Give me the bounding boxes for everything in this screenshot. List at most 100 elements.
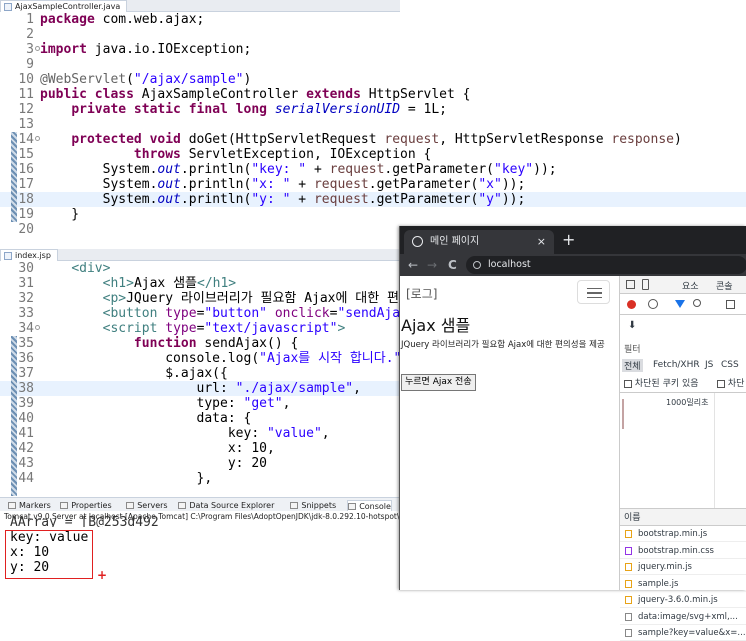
page-heading: Ajax 샘플: [401, 316, 471, 335]
console-tab-label: Console: [359, 502, 391, 511]
view-icon: [8, 502, 16, 509]
hamburger-button[interactable]: [577, 280, 610, 304]
page-paragraph: JQuery 라이브러리가 필요함 Ajax에 대한 편의성을 제공: [401, 340, 605, 350]
devtools-tab[interactable]: 요소: [682, 279, 699, 292]
console-tab[interactable]: Markers: [8, 500, 51, 511]
code-text: <script type="text/javascript">: [102, 321, 346, 336]
browser-tab[interactable]: 메인 페이지 ×: [404, 230, 554, 254]
editor-tab-controller[interactable]: AjaxSampleController.java: [0, 0, 128, 12]
type-filter-all[interactable]: 전체: [622, 359, 643, 372]
request-row[interactable]: bootstrap.min.js: [620, 526, 746, 542]
new-tab-button[interactable]: +: [562, 230, 575, 250]
view-icon: [178, 502, 187, 509]
filter-icon[interactable]: [675, 300, 685, 308]
console-tab[interactable]: Servers: [126, 500, 168, 511]
line-number: 33: [18, 306, 34, 321]
code-line[interactable]: 11 public class AjaxSampleController exte…: [0, 87, 746, 102]
editor-tab-index[interactable]: index.jsp: [0, 249, 58, 261]
site-info-icon[interactable]: [473, 261, 481, 269]
line-number: 31: [18, 276, 34, 291]
line-number: 13: [18, 117, 34, 132]
clear-icon[interactable]: [648, 299, 658, 309]
console-tab[interactable]: Snippets: [290, 500, 336, 511]
code-text: data: {: [40, 411, 252, 426]
type-filter-css[interactable]: CSS: [721, 360, 739, 370]
code-line[interactable]: 10 @WebServlet("/ajax/sample"): [0, 72, 746, 87]
code-text: $.ajax({: [40, 366, 228, 381]
code-line[interactable]: 2: [0, 27, 746, 42]
browser-window: 메인 페이지 × + ← → C localhost [로그] Ajax 샘플 …: [399, 226, 746, 641]
change-marker: [11, 132, 17, 222]
type-filter-js[interactable]: JS: [705, 360, 713, 370]
back-button[interactable]: ←: [408, 257, 418, 273]
file-icon: [625, 563, 632, 571]
forward-button[interactable]: →: [427, 257, 437, 273]
code-text: y: 20: [40, 456, 267, 471]
console-tab-label: Servers: [137, 501, 168, 510]
request-row[interactable]: data:image/svg+xml,...: [620, 609, 746, 625]
code-line[interactable]: 19 }: [0, 207, 746, 222]
request-row[interactable]: jquery-3.6.0.min.js: [620, 592, 746, 608]
console-tab-label: Markers: [19, 501, 51, 510]
line-number: 19: [18, 207, 34, 222]
name-column-header: 이름: [620, 508, 746, 526]
devtools-panel: 요소 콘솔 ⬇ 필터 전체 Fetch/XHR JS CSS 차단된 쿠키 있음…: [619, 276, 746, 641]
line-number: 10: [18, 72, 34, 87]
view-icon: [348, 503, 357, 510]
console-tab-label: Properties: [71, 501, 112, 510]
code-text: System.out.println("key: " + request.get…: [40, 162, 557, 177]
line-number: 37: [18, 366, 34, 381]
devtools-tab[interactable]: 콘솔: [716, 279, 733, 292]
device-icon[interactable]: [642, 279, 649, 290]
code-line[interactable]: 9: [0, 57, 746, 72]
code-line[interactable]: 18 System.out.println("y: " + request.ge…: [0, 192, 746, 207]
code-line[interactable]: 1 package com.web.ajax;: [0, 12, 746, 27]
code-line[interactable]: 17 System.out.println("x: " + request.ge…: [0, 177, 746, 192]
address-bar[interactable]: localhost: [466, 256, 746, 274]
request-row[interactable]: jquery.min.js: [620, 559, 746, 575]
blocked-cookies-label: 차단된 쿠키 있음: [634, 379, 699, 389]
blocked-requests-label: 차단: [727, 379, 745, 389]
file-icon: [625, 579, 632, 588]
code-line[interactable]: 13: [0, 117, 746, 132]
line-number: 16: [18, 162, 34, 177]
console-tab[interactable]: Console: [347, 500, 392, 511]
line-number: 38: [18, 381, 34, 396]
request-row[interactable]: bootstrap.min.css: [620, 543, 746, 559]
preserve-log-checkbox[interactable]: [726, 300, 735, 309]
request-row[interactable]: sample?key=value&x=...: [620, 625, 746, 641]
editor-tab-label: AjaxSampleController.java: [15, 2, 121, 11]
blocked-requests-option[interactable]: 차단: [717, 376, 744, 389]
blocked-cookies-option[interactable]: 차단된 쿠키 있음: [624, 376, 699, 389]
hamburger-icon: [587, 288, 602, 298]
record-icon[interactable]: [627, 300, 636, 309]
login-link[interactable]: [로그]: [406, 285, 437, 302]
checkbox-icon[interactable]: [717, 379, 725, 388]
code-text: <button type="button" onclick="sendAjax(: [102, 306, 416, 321]
download-icon[interactable]: ⬇: [628, 320, 636, 331]
reload-button[interactable]: C: [448, 257, 457, 273]
checkbox-icon[interactable]: [624, 379, 632, 388]
close-tab-icon[interactable]: ×: [537, 230, 546, 254]
search-icon[interactable]: [693, 299, 701, 307]
request-row[interactable]: sample.js: [620, 576, 746, 592]
send-ajax-button[interactable]: 누르면 Ajax 전송: [401, 374, 476, 391]
code-line[interactable]: 14 protected void doGet(HttpServletReque…: [0, 132, 746, 147]
code-line[interactable]: 15 throws ServletException, IOException …: [0, 147, 746, 162]
line-number: 35: [18, 336, 34, 351]
type-filter-xhr[interactable]: Fetch/XHR: [653, 360, 700, 370]
console-tab-label: Snippets: [301, 501, 337, 510]
code-line[interactable]: 3 import java.io.IOException;: [0, 42, 746, 57]
inspect-icon[interactable]: [626, 280, 635, 289]
code-text: protected void doGet(HttpServletRequest …: [71, 132, 682, 147]
code-editor-top[interactable]: 1 package com.web.ajax; 2 3 import java.io.I…: [0, 12, 746, 242]
code-line[interactable]: 12 private static final long serialVersi…: [0, 102, 746, 117]
line-number: 3: [26, 42, 34, 57]
timeline-label: 1000밀리초: [666, 398, 709, 407]
console-tab[interactable]: Properties: [60, 500, 112, 511]
line-number: 17: [18, 177, 34, 192]
console-tab[interactable]: Data Source Explorer: [178, 500, 274, 511]
line-number: 32: [18, 291, 34, 306]
code-line[interactable]: 16 System.out.println("key: " + request.…: [0, 162, 746, 177]
request-name: bootstrap.min.js: [638, 529, 708, 539]
